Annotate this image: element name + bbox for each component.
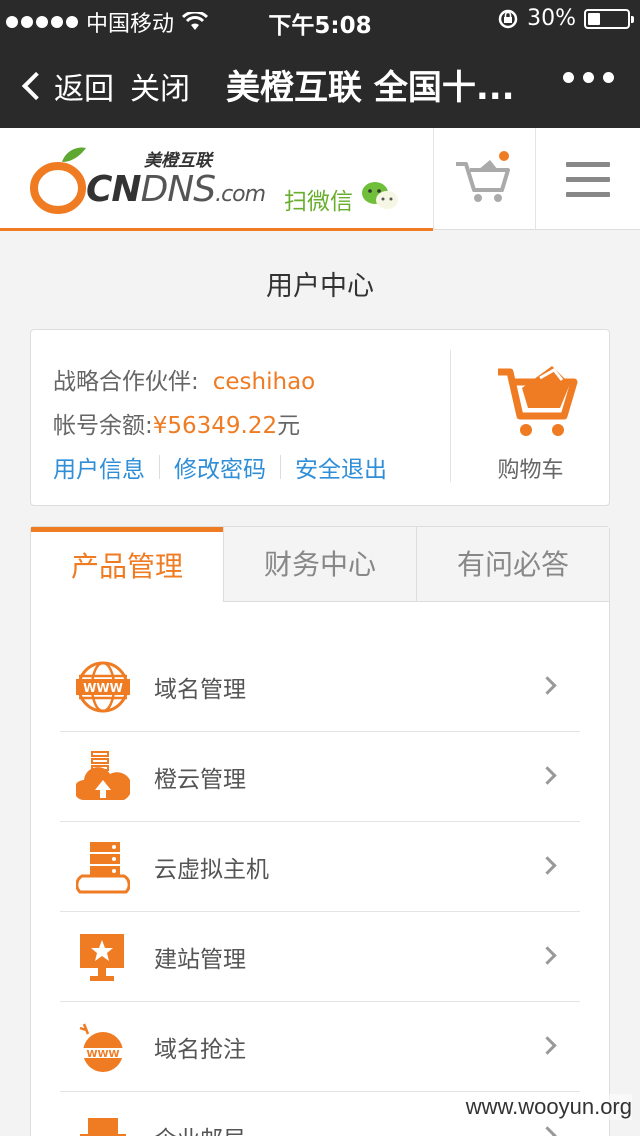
orientation-lock-icon	[498, 9, 518, 28]
wechat-navbar: 返回 关闭 美橙互联 全国十...	[0, 40, 640, 128]
watermark: www.wooyun.org	[465, 1094, 632, 1120]
user-info-card: 战略合作伙伴: ceshihao 帐号余额:¥56349.22元 用户信息 修改密…	[30, 329, 610, 506]
chevron-right-icon	[538, 1126, 557, 1136]
orange-logo-icon	[30, 147, 86, 214]
menu-item-label: 域名管理	[154, 677, 246, 703]
mail-icon	[80, 1118, 126, 1136]
menu-item-label: 云虚拟主机	[154, 857, 269, 883]
product-menu-list: WWW 域名管理 橙云管理 云虚拟主机 建站管理 WWW 域名抢注	[60, 642, 580, 1136]
more-options-icon[interactable]	[563, 72, 614, 83]
cart-label: 购物车	[497, 458, 564, 483]
chevron-right-icon	[538, 946, 557, 965]
partner-row: 战略合作伙伴: ceshihao	[53, 362, 315, 396]
www-globe-icon: WWW	[76, 661, 130, 713]
chevron-right-icon	[538, 766, 557, 785]
page-title: 用户中心	[266, 271, 374, 302]
menu-item-label: 建站管理	[154, 947, 246, 973]
logout-link[interactable]: 安全退出	[295, 450, 387, 484]
chevron-right-icon	[538, 1036, 557, 1055]
menu-item-label: 域名抢注	[154, 1037, 246, 1063]
balance-row: 帐号余额:¥56349.22元	[53, 406, 300, 440]
close-button[interactable]: 关闭	[130, 64, 190, 108]
logo-cn-text: 美橙互联	[144, 151, 212, 171]
chevron-left-icon	[21, 71, 51, 101]
status-bar: 中国移动 下午5:08 30%	[0, 0, 640, 40]
back-label: 返回	[54, 72, 114, 107]
header-cart-icon[interactable]	[452, 150, 516, 206]
shopping-cart-icon	[498, 366, 578, 436]
logo-wordmark: CNDNS.com	[86, 169, 266, 210]
logo-wordmark-dns: DNS	[140, 169, 217, 210]
link-divider	[280, 455, 281, 479]
header-divider	[433, 128, 434, 230]
menu-item-label: 企业邮局	[154, 1120, 246, 1136]
menu-item-virtual-host[interactable]: 云虚拟主机	[60, 822, 580, 912]
header-divider	[535, 128, 536, 230]
tab-bar: 产品管理 财务中心 有问必答	[31, 527, 609, 602]
account-links: 用户信息 修改密码 安全退出	[53, 450, 387, 484]
wechat-icon[interactable]	[360, 180, 400, 212]
scan-wechat-link[interactable]: 扫微信	[284, 182, 353, 216]
balance-label: 帐号余额:	[53, 413, 153, 439]
svg-text:WWW: WWW	[83, 681, 123, 695]
link-divider	[159, 455, 160, 479]
tab-product-management[interactable]: 产品管理	[31, 527, 223, 602]
chevron-right-icon	[538, 676, 557, 695]
site-header: 美橙互联 CNDNS.com 扫微信	[0, 128, 640, 230]
site-logo[interactable]: 美橙互联 CNDNS.com	[28, 142, 266, 218]
back-button[interactable]: 返回	[20, 64, 114, 108]
tab-finance-center[interactable]: 财务中心	[223, 527, 416, 602]
tab-faq[interactable]: 有问必答	[416, 527, 609, 602]
top-bar: 中国移动 下午5:08 30% 返回 关闭 美橙互联 全国十...	[0, 0, 640, 128]
page-title-bar: 美橙互联 全国十...	[226, 68, 515, 108]
battery-icon	[584, 8, 634, 29]
cloud-server-icon	[76, 751, 130, 800]
balance-unit: 元	[277, 413, 301, 439]
server-stack-icon	[76, 842, 130, 894]
product-panel: 产品管理 财务中心 有问必答 WWW 域名管理 橙云管理 云虚拟主机 建站管理 …	[30, 526, 610, 1136]
monitor-star-icon	[80, 934, 124, 981]
menu-item-domain-management[interactable]: WWW 域名管理	[60, 642, 580, 732]
header-accent-line	[0, 228, 433, 231]
partner-label: 战略合作伙伴:	[53, 369, 199, 395]
menu-item-label: 橙云管理	[154, 767, 246, 793]
shopping-cart-button[interactable]: 购物车	[451, 330, 610, 507]
balance-value: ¥56349.22	[152, 413, 278, 439]
logo-wordmark-com: .com	[215, 182, 266, 207]
status-right: 30%	[497, 6, 634, 31]
user-info-link[interactable]: 用户信息	[53, 450, 145, 484]
logo-wordmark-cn: CN	[86, 169, 142, 210]
battery-percent: 30%	[527, 6, 576, 31]
svg-text:WWW: WWW	[86, 1049, 119, 1060]
chevron-right-icon	[538, 856, 557, 875]
menu-item-domain-backorder[interactable]: WWW 域名抢注	[60, 1002, 580, 1092]
partner-value: ceshihao	[212, 369, 316, 395]
hamburger-menu-icon[interactable]	[566, 162, 610, 197]
change-password-link[interactable]: 修改密码	[174, 450, 266, 484]
www-bomb-icon: WWW	[79, 1023, 124, 1072]
menu-item-cloud-management[interactable]: 橙云管理	[60, 732, 580, 822]
menu-item-site-building[interactable]: 建站管理	[60, 912, 580, 1002]
